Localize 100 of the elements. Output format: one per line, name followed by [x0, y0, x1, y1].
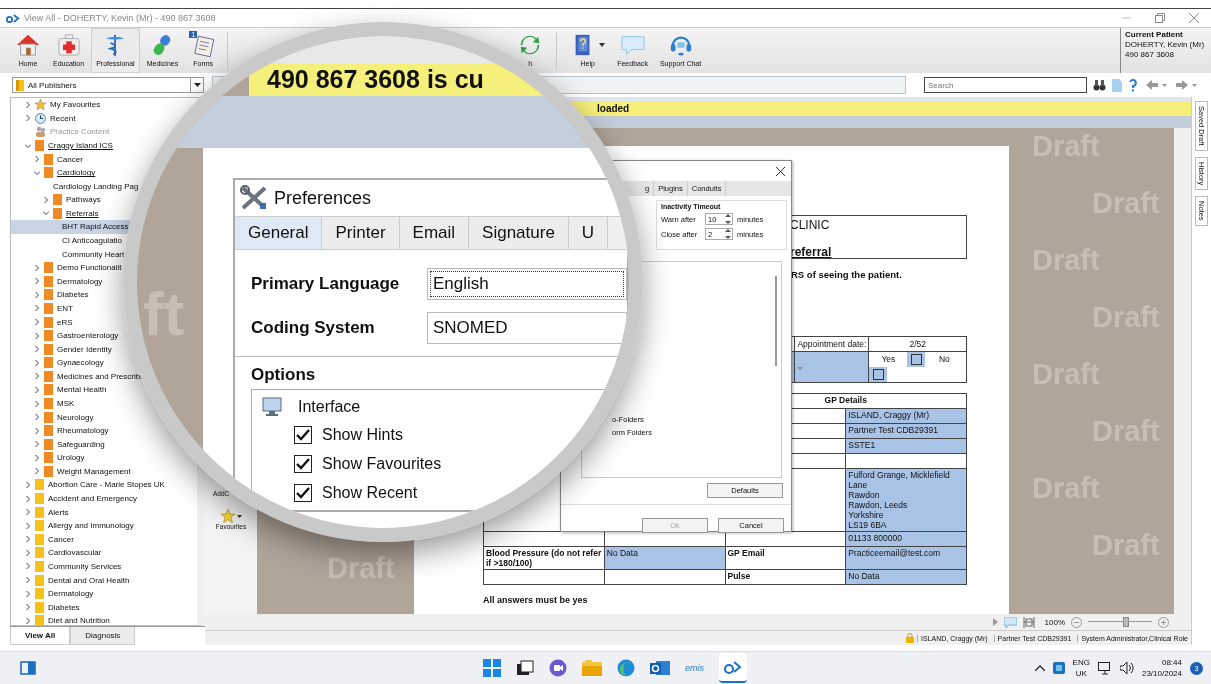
checkbox[interactable]: [910, 353, 922, 365]
banner-text: 490 867 3608 is cu: [267, 65, 484, 94]
minimize-icon: [1121, 17, 1131, 19]
binoculars-icon[interactable]: [1093, 79, 1106, 91]
comment-icon[interactable]: [1003, 616, 1017, 628]
tab[interactable]: View All: [10, 627, 71, 645]
zoom-in-icon[interactable]: [1158, 616, 1169, 628]
dropdown-field[interactable]: [794, 351, 869, 383]
chevron-right-icon[interactable]: [43, 196, 49, 203]
chat-icon[interactable]: [549, 659, 567, 677]
chevron-right-icon[interactable]: [34, 414, 40, 421]
clock[interactable]: 08:44 23/10/2024: [1141, 657, 1182, 679]
chevron-right-icon[interactable]: [25, 590, 31, 597]
zoom-level: 100%: [1044, 617, 1065, 627]
chevron-up-icon[interactable]: [1034, 665, 1045, 671]
tab[interactable]: U: [568, 217, 609, 249]
chevron-right-icon[interactable]: [34, 305, 40, 312]
active-app-button[interactable]: [719, 653, 747, 683]
chevron-right-icon[interactable]: [34, 278, 40, 285]
lock-icon: [906, 633, 915, 643]
chevron-right-icon[interactable]: [25, 604, 31, 611]
chevron-down-icon[interactable]: [25, 142, 31, 149]
app-logo-icon: [724, 659, 742, 675]
zoom-out-icon[interactable]: [1071, 616, 1082, 628]
app-label[interactable]: emis: [685, 663, 704, 673]
spin-arrows-icon[interactable]: [724, 213, 732, 225]
chevron-right-icon[interactable]: [34, 156, 40, 163]
search-field[interactable]: Search: [924, 77, 1087, 93]
chevron-right-icon[interactable]: [34, 291, 40, 298]
chevron-right-icon[interactable]: [25, 495, 31, 502]
chevron-right-icon[interactable]: [25, 549, 31, 556]
tree-item[interactable]: Cardiovascular: [11, 546, 197, 560]
input-field[interactable]: Fulford Grange, Micklefield Lane Rawdon Rawdon, Leeds Yorkshire LS19 6BA: [845, 468, 967, 532]
chevron-right-icon[interactable]: [34, 373, 40, 380]
chevron-right-icon[interactable]: [25, 522, 31, 529]
mail-app-icon[interactable]: [650, 659, 670, 677]
task-view-icon[interactable]: [516, 660, 534, 676]
scrollbar[interactable]: [1174, 127, 1191, 615]
checkbox[interactable]: [294, 454, 312, 473]
monitor-icon: [262, 397, 284, 417]
chevron-right-icon[interactable]: [34, 332, 40, 339]
dropdown-field[interactable]: SNOMED: [427, 312, 627, 344]
chevron-right-icon[interactable]: [25, 509, 31, 516]
fit-page-icon[interactable]: [1022, 616, 1035, 628]
chevron-right-icon[interactable]: [25, 536, 31, 543]
tree-item[interactable]: Dermatology: [11, 586, 197, 601]
chevron-down-icon[interactable]: [43, 210, 49, 217]
chevron-right-icon[interactable]: [25, 481, 31, 488]
tree-item[interactable]: Dental and Oral Health: [11, 573, 197, 587]
chevron-right-icon[interactable]: [25, 617, 31, 624]
chevron-right-icon[interactable]: [34, 264, 40, 271]
scrollbar[interactable]: [775, 276, 777, 366]
checkbox[interactable]: [294, 483, 312, 502]
tree-item[interactable]: Diet and Nutrition: [11, 613, 197, 626]
widgets-icon[interactable]: [20, 661, 36, 675]
document-icon[interactable]: [1112, 78, 1122, 92]
table-cell: 2/52: [868, 336, 967, 352]
forward-arrow-icon[interactable]: [1176, 80, 1198, 90]
star-icon[interactable]: [220, 508, 242, 523]
dropdown-field[interactable]: English: [427, 268, 627, 300]
network-icon[interactable]: [1097, 661, 1112, 675]
chevron-right-icon[interactable]: [34, 359, 40, 366]
checkbox[interactable]: [294, 425, 312, 444]
chevron-right-icon[interactable]: [25, 563, 31, 570]
spin-arrows-icon[interactable]: [724, 228, 732, 240]
input-field[interactable]: Practiceemail@test.com: [845, 546, 967, 570]
option-label: Show Recent: [322, 483, 418, 502]
close-button[interactable]: [776, 166, 785, 176]
tree-item[interactable]: Community Services: [11, 559, 197, 574]
tab[interactable]: Signature: [469, 217, 569, 249]
chevron-right-icon[interactable]: [34, 441, 40, 448]
checkbox[interactable]: [872, 368, 884, 380]
chevron-right-icon[interactable]: [34, 427, 40, 434]
restore-icon: [1155, 13, 1165, 23]
chevron-right-icon[interactable]: [34, 319, 40, 326]
chevron-right-icon[interactable]: [34, 400, 40, 407]
chevron-down-icon[interactable]: [34, 169, 40, 176]
speaker-icon[interactable]: [1119, 662, 1134, 674]
tab[interactable]: Diagnosis: [70, 627, 136, 645]
chevron-right-icon[interactable]: [34, 386, 40, 393]
tab[interactable]: Email: [399, 217, 470, 249]
chevron-right-icon[interactable]: [25, 115, 31, 122]
browser-icon[interactable]: [617, 659, 635, 677]
tree-item[interactable]: Diabetes: [11, 600, 197, 614]
help-icon[interactable]: [1128, 78, 1138, 92]
play-icon[interactable]: [992, 618, 998, 627]
chevron-right-icon[interactable]: [34, 346, 40, 353]
input-field[interactable]: No Data: [604, 546, 725, 570]
back-arrow-icon[interactable]: [1146, 80, 1168, 90]
windows-start-icon[interactable]: [483, 659, 501, 677]
tab[interactable]: Printer: [322, 217, 400, 249]
language-indicator[interactable]: ENG UK: [1072, 657, 1090, 679]
chevron-right-icon[interactable]: [34, 468, 40, 475]
tray-app-icon[interactable]: [1052, 662, 1065, 674]
slider-thumb[interactable]: [1123, 617, 1130, 628]
folder-icon[interactable]: [582, 660, 602, 676]
chevron-right-icon[interactable]: [25, 577, 31, 583]
tab[interactable]: General: [235, 217, 323, 249]
chevron-right-icon[interactable]: [25, 101, 31, 108]
chevron-right-icon[interactable]: [34, 454, 40, 461]
